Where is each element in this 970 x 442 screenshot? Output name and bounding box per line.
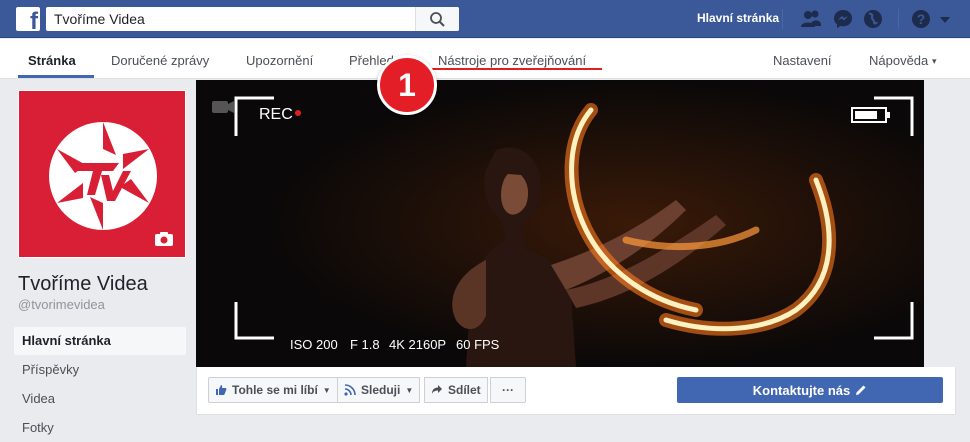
like-button[interactable]: Tohle se mi líbí ▼ (208, 377, 338, 403)
help-caret-icon[interactable]: ▾ (932, 56, 937, 67)
thumbs-up-icon (216, 385, 227, 395)
share-button[interactable]: Sdílet (424, 377, 488, 403)
sidebar-item-posts[interactable]: Příspěvky (14, 356, 186, 384)
resolution-value: 4K 2160P (389, 337, 447, 352)
page-handle[interactable]: @tvorimevidea (18, 297, 105, 312)
svg-text:?: ? (917, 11, 926, 27)
divider (782, 9, 783, 29)
tab-inbox[interactable]: Doručené zprávy (111, 53, 209, 68)
tab-notifications[interactable]: Upozornění (246, 53, 313, 68)
chevron-down-icon: ▼ (405, 385, 414, 395)
search-button[interactable] (415, 7, 459, 31)
friend-requests-icon[interactable] (800, 8, 822, 30)
page-avatar[interactable] (18, 90, 186, 258)
pencil-icon (856, 385, 866, 395)
search-box (46, 7, 459, 31)
search-input[interactable] (46, 7, 416, 31)
help-icon[interactable]: ? (910, 8, 932, 30)
follow-label: Sleduji (361, 383, 401, 397)
search-icon (430, 12, 445, 27)
contact-label: Kontaktujte nás (752, 382, 851, 398)
sidebar-item-photos[interactable]: Fotky (14, 414, 186, 442)
share-label: Sdílet (448, 383, 481, 397)
iso-value: ISO 200 (290, 337, 338, 352)
follow-button[interactable]: Sleduji ▼ (337, 377, 421, 403)
more-button[interactable]: ··· (490, 377, 526, 403)
rec-dot (295, 110, 301, 116)
aperture-value: F 1.8 (350, 337, 380, 352)
camera-icon[interactable] (154, 231, 174, 247)
tab-page[interactable]: Stránka (28, 53, 76, 68)
fps-value: 60 FPS (456, 337, 500, 352)
settings-link[interactable]: Nastavení (773, 53, 832, 68)
annotation-badge: 1 (377, 55, 437, 115)
share-arrow-icon (432, 385, 442, 394)
chevron-down-icon: ▼ (322, 385, 331, 395)
rss-icon (344, 384, 356, 396)
help-link[interactable]: Nápověda (869, 53, 928, 68)
divider (898, 9, 899, 29)
active-tab-indicator (18, 75, 94, 78)
right-gutter (924, 80, 970, 367)
account-menu-caret-icon[interactable] (938, 8, 952, 30)
page-title[interactable]: Tvoříme Videa (18, 273, 148, 296)
page-nav: Stránka Doručené zprávy Upozornění Přehl… (0, 39, 970, 79)
home-link[interactable]: Hlavní stránka (697, 11, 779, 25)
top-bar: f Hlavní stránka ? (0, 0, 970, 38)
globe-notifications-icon[interactable] (862, 8, 884, 30)
sidebar-item-videos[interactable]: Videa (14, 385, 186, 413)
annotation-underline (432, 68, 602, 70)
cover-photo[interactable]: REC ISO 200 F 1.8 4K 2160P 60 FPS (196, 80, 924, 367)
cover-image (196, 80, 924, 367)
sidebar-item-home[interactable]: Hlavní stránka (14, 327, 186, 355)
tab-publishing-tools[interactable]: Nástroje pro zveřejňování (438, 53, 586, 68)
contact-us-button[interactable]: Kontaktujte nás (677, 377, 943, 403)
rec-label: REC (259, 106, 293, 123)
page-action-bar: Tohle se mi líbí ▼ Sleduji ▼ Sdílet ··· … (196, 367, 956, 415)
page-sidebar: Tvoříme Videa @tvorimevidea Hlavní strán… (0, 80, 196, 435)
messenger-icon[interactable] (832, 8, 854, 30)
facebook-logo-icon[interactable]: f (16, 7, 40, 31)
more-icon: ··· (502, 383, 514, 397)
like-label: Tohle se mi líbí (232, 383, 318, 397)
